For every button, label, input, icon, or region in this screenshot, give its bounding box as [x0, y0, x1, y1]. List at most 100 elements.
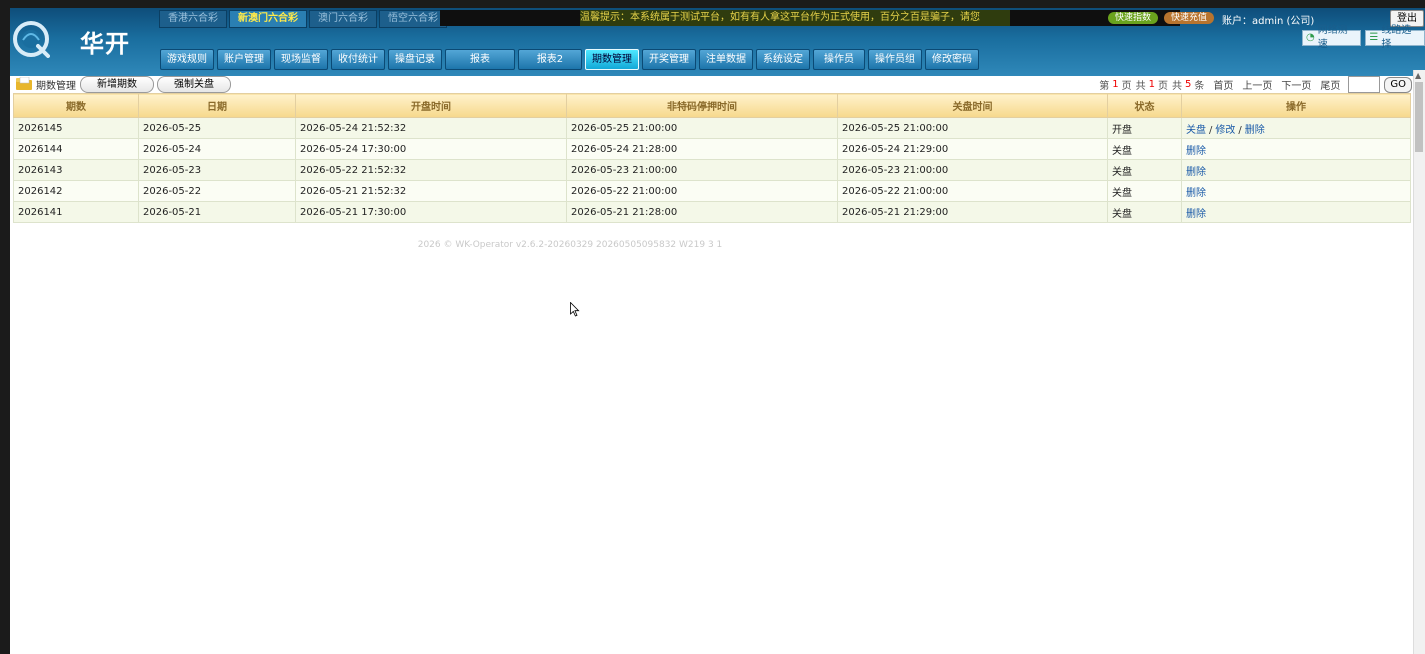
close-period-link[interactable]: 关盘: [1186, 125, 1206, 136]
cell-close-time: 2026-05-22 21:00:00: [837, 180, 1108, 202]
cell-stop-time: 2026-05-22 21:00:00: [566, 180, 838, 202]
pager-total-rows: 5: [1185, 79, 1192, 90]
lottery-tab-new-macau[interactable]: 新澳门六合彩: [229, 10, 307, 28]
periods-table: 期数 日期 开盘时间 非特码停押时间 关盘时间 状态 操作 2026145 20…: [13, 93, 1411, 223]
cell-open-time: 2026-05-21 17:30:00: [295, 201, 567, 223]
nav-live-monitor[interactable]: 现场监督: [274, 49, 328, 70]
lottery-tab-wukong[interactable]: 悟空六合彩: [379, 10, 447, 28]
edit-period-link[interactable]: 修改: [1215, 125, 1235, 136]
table-row: 2026142 2026-05-22 2026-05-21 21:52:32 2…: [13, 180, 1411, 202]
account-label: 账户：admin (公司): [1222, 16, 1315, 27]
header-tools: ◔ 网络测速 ☰ 线路选择: [1298, 25, 1425, 50]
nav-operators[interactable]: 操作员: [813, 49, 865, 70]
delete-period-link[interactable]: 删除: [1186, 146, 1206, 157]
nav-game-rules[interactable]: 游戏规则: [160, 49, 214, 70]
cell-close-time: 2026-05-23 21:00:00: [837, 159, 1108, 181]
quick-index-button[interactable]: 快速指数: [1108, 12, 1158, 24]
pager-prev[interactable]: 上一页: [1242, 77, 1272, 92]
cell-status: 关盘: [1107, 159, 1182, 181]
pager-first[interactable]: 首页: [1213, 77, 1233, 92]
cell-open-time: 2026-05-24 21:52:32: [295, 117, 567, 139]
pager-current-page: 1: [1112, 79, 1119, 90]
sub-toolbar: 期数管理 新增期数 强制关盘 第 1 页 共 1 页 共 5 条 首页 上一页 …: [10, 76, 1414, 93]
pager-rows-unit: 条: [1194, 81, 1205, 92]
nav-payment-stats[interactable]: 收付统计: [331, 49, 385, 70]
cell-issue: 2026144: [13, 138, 139, 160]
cell-status: 关盘: [1107, 138, 1182, 160]
lottery-tabs: 香港六合彩 新澳门六合彩 澳门六合彩 悟空六合彩: [159, 10, 449, 28]
nav-system-settings[interactable]: 系统设定: [756, 49, 810, 70]
nav-trading-records[interactable]: 操盘记录: [388, 49, 442, 70]
nav-operator-groups[interactable]: 操作员组: [868, 49, 922, 70]
pager-total-prefix: 共: [1135, 81, 1146, 92]
line-select-label: 线路选择: [1381, 25, 1412, 50]
table-row: 2026141 2026-05-21 2026-05-21 17:30:00 2…: [13, 201, 1411, 223]
quick-recharge-button[interactable]: 快速充值: [1164, 12, 1214, 24]
scrollbar-thumb[interactable]: [1415, 82, 1423, 152]
cell-issue: 2026143: [13, 159, 139, 181]
scroll-up-icon[interactable]: ▲: [1415, 71, 1421, 80]
pager-page-unit-2: 页: [1158, 81, 1168, 92]
add-period-button[interactable]: 新增期数: [80, 76, 154, 93]
nav-account-management[interactable]: 账户管理: [217, 49, 271, 70]
col-header-date: 日期: [138, 93, 296, 118]
delete-period-link[interactable]: 删除: [1186, 209, 1206, 220]
cell-issue: 2026145: [13, 117, 139, 139]
nav-reports-2[interactable]: 报表2: [518, 49, 582, 70]
nav-bet-data[interactable]: 注单数据: [699, 49, 753, 70]
delete-period-link[interactable]: 删除: [1245, 125, 1265, 136]
col-header-actions: 操作: [1181, 93, 1411, 118]
col-header-close-time: 关盘时间: [837, 93, 1108, 118]
cell-actions: 删除: [1181, 201, 1411, 223]
col-header-issue: 期数: [13, 93, 139, 118]
nav-change-password[interactable]: 修改密码: [925, 49, 979, 70]
line-select-button[interactable]: ☰ 线路选择: [1365, 25, 1425, 50]
mouse-cursor-icon: [570, 302, 580, 317]
col-header-stop-time: 非特码停押时间: [566, 93, 838, 118]
nav-reports[interactable]: 报表: [445, 49, 515, 70]
cell-actions: 删除: [1181, 138, 1411, 160]
table-row: 2026145 2026-05-25 2026-05-24 21:52:32 2…: [13, 117, 1411, 139]
cell-issue: 2026141: [13, 201, 139, 223]
lottery-tab-hk[interactable]: 香港六合彩: [159, 10, 227, 28]
pager-total-prefix-2: 共: [1172, 81, 1182, 92]
page-number-input[interactable]: [1348, 76, 1381, 93]
cell-date: 2026-05-22: [138, 180, 296, 202]
pager-page-unit: 页: [1121, 81, 1132, 92]
cell-status: 关盘: [1107, 201, 1182, 223]
pager-next[interactable]: 下一页: [1281, 77, 1311, 92]
go-button[interactable]: GO: [1384, 76, 1412, 93]
delete-period-link[interactable]: 删除: [1186, 167, 1206, 178]
cell-issue: 2026142: [13, 180, 139, 202]
cell-close-time: 2026-05-21 21:29:00: [837, 201, 1108, 223]
header: 华开 香港六合彩 新澳门六合彩 澳门六合彩 悟空六合彩 温馨提示：本系统属于测试…: [10, 8, 1425, 76]
cell-stop-time: 2026-05-24 21:28:00: [566, 138, 838, 160]
notice-band: 温馨提示：本系统属于测试平台，如有有人拿这平台作为正式使用，百分之百是骗子，请您: [440, 10, 1180, 26]
page-title: 期数管理: [36, 81, 76, 92]
notice-marquee: 温馨提示：本系统属于测试平台，如有有人拿这平台作为正式使用，百分之百是骗子，请您: [580, 10, 1010, 26]
cell-stop-time: 2026-05-21 21:28:00: [566, 201, 838, 223]
cell-status: 开盘: [1107, 117, 1182, 139]
main-nav: 游戏规则 账户管理 现场监督 收付统计 操盘记录 报表 报表2 期数管理 开奖管…: [160, 49, 982, 70]
pagination: 第 1 页 共 1 页 共 5 条 首页 上一页 下一页 尾页 GO: [1095, 76, 1412, 93]
delete-period-link[interactable]: 删除: [1186, 188, 1206, 199]
cell-open-time: 2026-05-21 21:52:32: [295, 180, 567, 202]
table-row: 2026144 2026-05-24 2026-05-24 17:30:00 2…: [13, 138, 1411, 160]
speed-test-button[interactable]: ◔ 网络测速: [1302, 25, 1362, 50]
cell-status: 关盘: [1107, 180, 1182, 202]
pager-last[interactable]: 尾页: [1320, 77, 1340, 92]
brand-name: 华开: [80, 30, 130, 58]
logo-icon: [13, 21, 50, 58]
pager-prefix: 第: [1099, 81, 1110, 92]
table-row: 2026143 2026-05-23 2026-05-22 21:52:32 2…: [13, 159, 1411, 181]
cell-date: 2026-05-21: [138, 201, 296, 223]
lottery-tab-macau[interactable]: 澳门六合彩: [309, 10, 377, 28]
table-header-row: 期数 日期 开盘时间 非特码停押时间 关盘时间 状态 操作: [13, 93, 1411, 118]
vertical-scrollbar[interactable]: ▲: [1413, 70, 1425, 654]
cell-close-time: 2026-05-25 21:00:00: [837, 117, 1108, 139]
cell-open-time: 2026-05-24 17:30:00: [295, 138, 567, 160]
nav-draw-management[interactable]: 开奖管理: [642, 49, 696, 70]
force-close-button[interactable]: 强制关盘: [157, 76, 231, 93]
col-header-status: 状态: [1107, 93, 1182, 118]
nav-period-management[interactable]: 期数管理: [585, 49, 639, 70]
